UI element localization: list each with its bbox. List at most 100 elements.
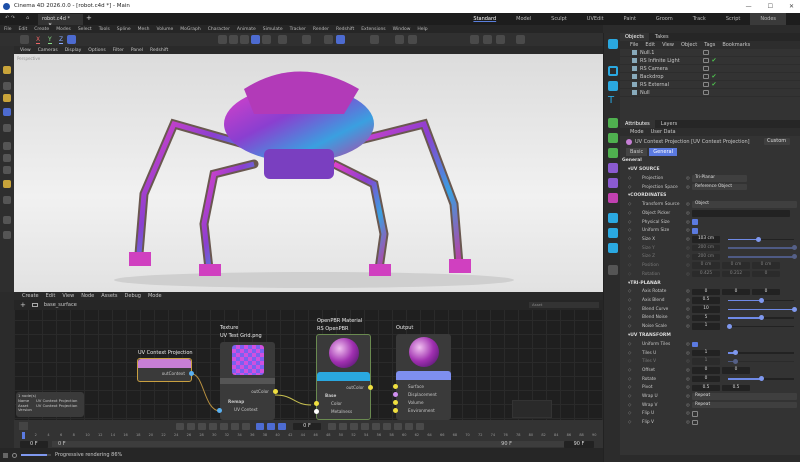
- next-frame-button[interactable]: [220, 423, 228, 430]
- slider[interactable]: [728, 315, 794, 321]
- move-key-button[interactable]: [361, 423, 369, 430]
- value-field[interactable]: 0: [722, 288, 750, 296]
- pen-icon[interactable]: [262, 35, 271, 44]
- dropdown[interactable]: Object: [692, 201, 797, 208]
- objects-menu-tags[interactable]: Tags: [704, 42, 715, 48]
- go-end-button[interactable]: [242, 423, 250, 430]
- paint-brush-icon[interactable]: [608, 265, 618, 275]
- menu-redshift[interactable]: Redshift: [336, 27, 354, 32]
- slider[interactable]: [728, 376, 794, 382]
- range-bar[interactable]: 0 F 90 F: [52, 441, 572, 447]
- floor-icon[interactable]: [608, 243, 618, 253]
- y-axis-toggle[interactable]: Y: [48, 36, 52, 44]
- value-field[interactable]: 1: [692, 358, 720, 365]
- section-header[interactable]: ▾ COORDINATES: [620, 191, 800, 200]
- menu-render[interactable]: Render: [313, 27, 329, 32]
- slider[interactable]: [728, 245, 797, 251]
- motion-button[interactable]: [278, 423, 286, 430]
- port-pbr-outcolor[interactable]: [368, 385, 373, 390]
- rotate-tool-icon[interactable]: [3, 108, 11, 116]
- end-frame-field[interactable]: 90 F: [564, 441, 594, 448]
- render-settings-icon[interactable]: [229, 35, 238, 44]
- tab-attributes[interactable]: Attributes: [620, 120, 655, 128]
- object-row[interactable]: RS Camera: [620, 65, 800, 73]
- dropdown[interactable]: Repeat: [692, 401, 797, 409]
- objects-menu-view[interactable]: View: [662, 42, 674, 48]
- pla-key-button[interactable]: [405, 423, 413, 430]
- camera-icon[interactable]: [608, 228, 618, 238]
- scale-tool-icon[interactable]: [3, 94, 11, 102]
- layout-tab-model[interactable]: Model: [506, 13, 541, 25]
- value-field[interactable]: 0: [722, 367, 750, 374]
- menu-mograph[interactable]: MoGraph: [180, 27, 200, 32]
- mograph-icon[interactable]: [608, 133, 618, 143]
- playhead[interactable]: [22, 432, 25, 439]
- viewport-menu-cameras[interactable]: Cameras: [38, 48, 58, 53]
- menu-window[interactable]: Window: [393, 27, 411, 32]
- viewport-menu-view[interactable]: View: [20, 48, 31, 53]
- play-button[interactable]: [209, 423, 217, 430]
- layout-tab-standard[interactable]: Standard: [463, 13, 506, 25]
- select-tool-icon[interactable]: [3, 66, 11, 74]
- null-object-icon[interactable]: [608, 39, 618, 49]
- tab-basic[interactable]: Basic: [626, 147, 648, 156]
- points-mode-icon[interactable]: [3, 142, 11, 150]
- value-field[interactable]: 0.5: [692, 297, 720, 304]
- slider[interactable]: [728, 306, 797, 312]
- value-field[interactable]: 0: [692, 288, 720, 296]
- value-field[interactable]: 0.5: [692, 384, 720, 392]
- param-key-button[interactable]: [394, 423, 402, 430]
- checkbox[interactable]: [692, 419, 698, 426]
- viewport[interactable]: Perspective: [14, 54, 603, 292]
- layout-tab-script[interactable]: Script: [716, 13, 751, 25]
- tab-objects[interactable]: Objects: [620, 33, 649, 41]
- value-field[interactable]: 200 cm: [692, 253, 720, 261]
- slider[interactable]: [728, 236, 794, 242]
- cube-icon[interactable]: [251, 35, 260, 44]
- viewport-menu-options[interactable]: Options: [88, 48, 105, 53]
- loop-button[interactable]: [256, 423, 264, 430]
- node-uv-context-projection[interactable]: UV Context Projection outContext: [137, 350, 194, 382]
- value-field[interactable]: 0: [752, 270, 780, 278]
- picture-viewer-icon[interactable]: [496, 35, 505, 44]
- menu-file[interactable]: File: [4, 27, 12, 32]
- dropdown[interactable]: Repeat: [692, 393, 797, 400]
- slider[interactable]: [728, 254, 797, 260]
- ipr-icon[interactable]: [240, 35, 249, 44]
- start-frame-field[interactable]: 0 F: [20, 441, 48, 448]
- visibility-toggle[interactable]: [703, 57, 709, 64]
- port-metalness[interactable]: [314, 409, 319, 414]
- layout-tab-paint[interactable]: Paint: [614, 13, 646, 25]
- go-start-button[interactable]: [176, 423, 184, 430]
- menu-character[interactable]: Character: [208, 27, 230, 32]
- cube-object-icon[interactable]: [608, 81, 618, 91]
- transform-tool-icon[interactable]: [3, 124, 11, 132]
- keyframe-icon[interactable]: [19, 422, 28, 430]
- port-outcolor[interactable]: [273, 389, 278, 394]
- value-field[interactable]: 0 cm: [752, 262, 780, 269]
- bend-icon[interactable]: [608, 178, 618, 188]
- node-output[interactable]: Output Surface Displacement Volume Envir…: [393, 325, 451, 420]
- coordinate-system-icon[interactable]: [67, 35, 76, 44]
- section-header[interactable]: ▾ UV TRANSFORM: [620, 331, 800, 340]
- objects-menu-edit[interactable]: Edit: [645, 42, 655, 48]
- checkbox[interactable]: [692, 341, 698, 348]
- objects-menu-file[interactable]: File: [630, 42, 638, 48]
- stop-render-icon[interactable]: [12, 452, 17, 458]
- z-axis-toggle[interactable]: Z: [59, 36, 64, 44]
- enabled-check-icon[interactable]: ✔: [712, 73, 717, 80]
- tool-icon[interactable]: [408, 35, 417, 44]
- visibility-toggle[interactable]: [703, 49, 709, 56]
- keyframe-selection-button[interactable]: [350, 423, 358, 430]
- value-field[interactable]: 0.5: [722, 384, 750, 392]
- menu-mesh[interactable]: Mesh: [138, 27, 150, 32]
- object-row[interactable]: Null: [620, 89, 800, 97]
- new-tab-icon[interactable]: +: [86, 14, 92, 22]
- value-field[interactable]: 10: [692, 306, 720, 313]
- attributes-menu-mode[interactable]: Mode: [630, 129, 644, 135]
- port-color[interactable]: [314, 401, 319, 406]
- enabled-check-icon[interactable]: ✔: [712, 81, 717, 88]
- document-tab[interactable]: robot.c4d * ✕: [38, 14, 83, 28]
- maximize-icon[interactable]: ☐: [768, 0, 773, 13]
- menu-help[interactable]: Help: [417, 27, 427, 32]
